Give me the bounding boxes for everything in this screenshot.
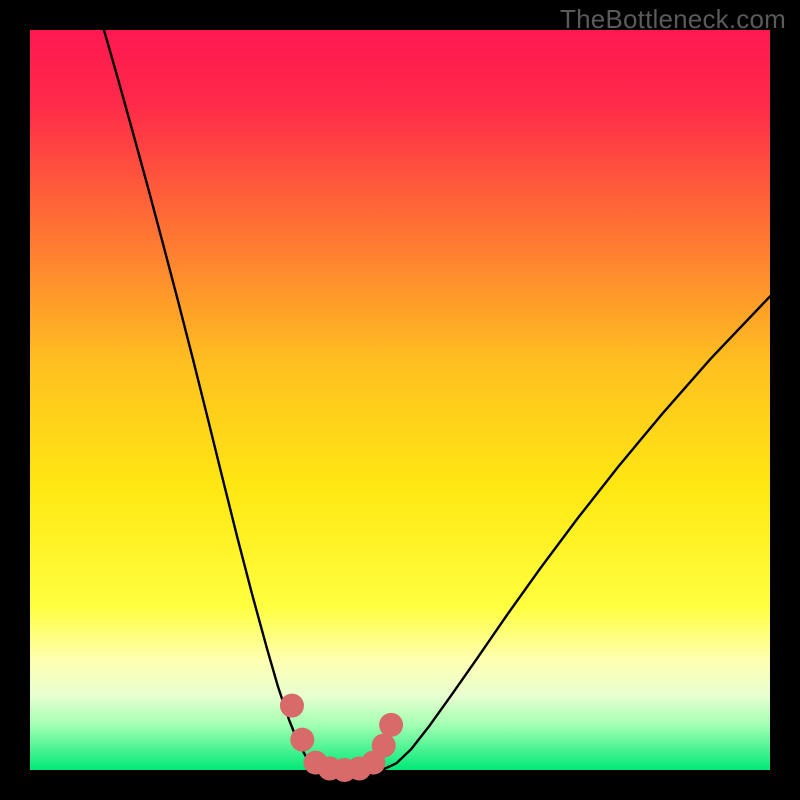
bottleneck-chart: TheBottleneck.com xyxy=(0,0,800,800)
chart-canvas xyxy=(0,0,800,800)
watermark-label: TheBottleneck.com xyxy=(560,4,786,35)
